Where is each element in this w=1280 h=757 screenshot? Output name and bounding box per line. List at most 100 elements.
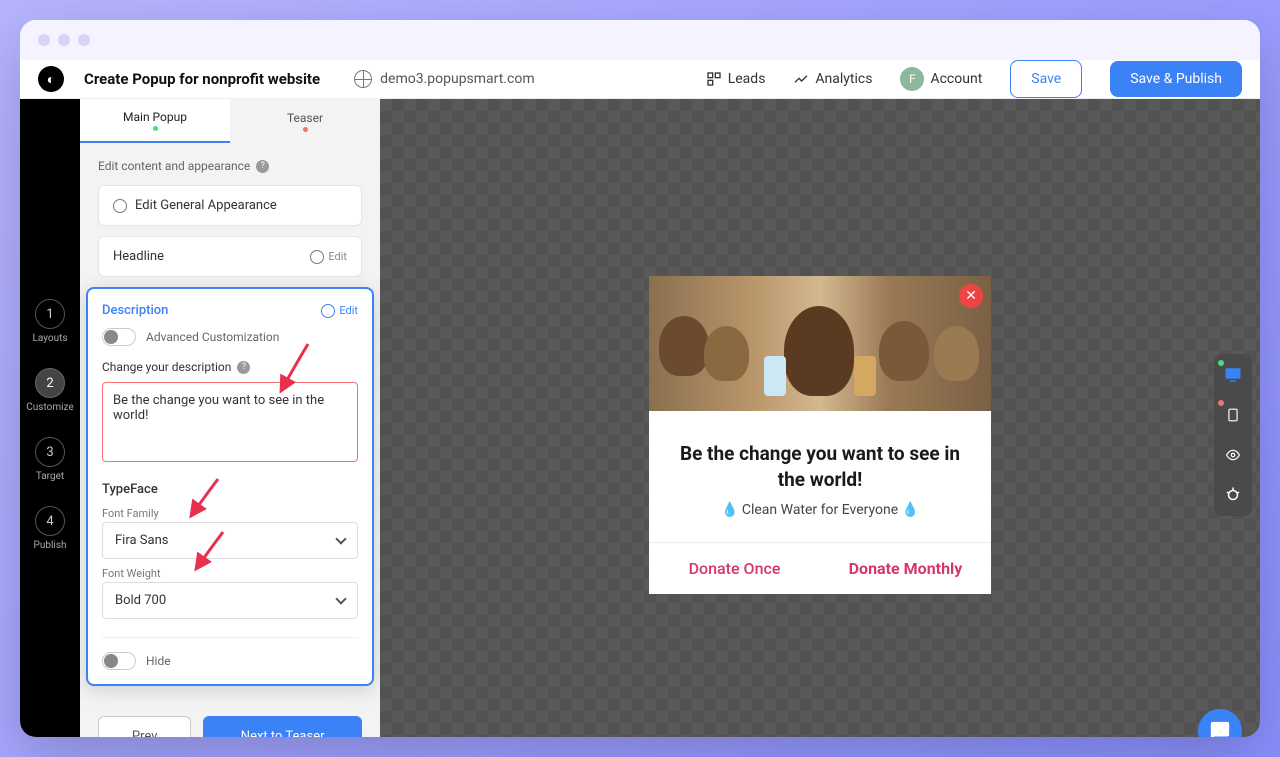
prev-button[interactable]: Prev [98,716,191,737]
account-label: Account [930,71,982,87]
tab-teaser[interactable]: Teaser [230,99,380,143]
description-input[interactable] [102,382,358,462]
tab-label: Teaser [287,111,323,125]
avatar: F [900,67,924,91]
edit-link[interactable]: Edit [321,304,358,318]
status-dot-icon [1218,400,1224,406]
font-family-select[interactable]: Fira Sans [102,522,358,559]
font-weight-select[interactable]: Bold 700 [102,582,358,619]
tab-label: Main Popup [123,110,187,124]
font-weight-label: Font Weight [102,567,358,580]
desktop-icon [1223,366,1243,384]
hide-label: Hide [146,654,171,668]
titlebar [20,20,1260,60]
mobile-icon [1226,405,1240,425]
main-body: 1 Layouts 2 Customize 3 Target 4 Publish… [20,99,1260,737]
step-label: Publish [34,540,67,551]
edit-link[interactable]: Edit [310,250,347,264]
analytics-label: Analytics [815,71,872,87]
step-customize[interactable]: 2 Customize [26,368,73,413]
popup-footer: Donate Once Donate Monthly [649,542,991,594]
chat-button[interactable] [1198,709,1242,737]
step-number: 2 [35,368,65,398]
popup-body: Be the change you want to see in the wor… [649,411,991,542]
leads-label: Leads [728,71,766,87]
gear-icon [310,250,324,264]
donate-monthly-button[interactable]: Donate Monthly [820,543,991,594]
status-dot-icon [1218,360,1224,366]
step-target[interactable]: 3 Target [35,437,65,482]
next-button[interactable]: Next to Teaser [203,716,362,737]
general-appearance-card[interactable]: Edit General Appearance [98,185,362,226]
logo: ◐ [38,66,64,92]
globe-icon [354,70,372,88]
advanced-label: Advanced Customization [146,330,279,344]
change-description-label: Change your description ? [102,360,358,374]
card-label: Headline [113,249,164,264]
popup-description: 💧 Clean Water for Everyone 💧 [669,502,971,518]
debug-button[interactable] [1220,482,1246,508]
popup-close-button[interactable]: ✕ [959,284,983,308]
gear-icon [321,304,335,318]
panel-body: Edit content and appearance ? Edit Gener… [80,143,380,702]
status-dot-icon [153,126,158,131]
card-label: Edit General Appearance [135,198,277,213]
typeface-label: TypeFace [102,482,358,497]
hide-toggle[interactable] [102,652,136,670]
mobile-view-button[interactable] [1220,402,1246,428]
header: ◐ Create Popup for nonprofit website dem… [20,60,1260,99]
step-publish[interactable]: 4 Publish [34,506,67,551]
analytics-icon [793,71,809,87]
hide-row: Hide [102,637,358,670]
edit-panel: Main Popup Teaser Edit content and appea… [80,99,380,737]
step-label: Target [36,471,64,482]
help-icon[interactable]: ? [237,361,250,374]
domain-display: demo3.popupsmart.com [354,70,535,88]
eye-icon [1223,448,1243,462]
headline-card[interactable]: Headline Edit [98,236,362,277]
leads-icon [706,71,722,87]
step-label: Customize [26,402,73,413]
leads-link[interactable]: Leads [706,71,766,87]
tab-main-popup[interactable]: Main Popup [80,99,230,143]
window-dot-close[interactable] [38,34,50,46]
preview-button[interactable] [1220,442,1246,468]
gear-icon [113,199,127,213]
desktop-view-button[interactable] [1220,362,1246,388]
app-body: ◐ Create Popup for nonprofit website dem… [20,60,1260,737]
bug-icon [1224,486,1242,504]
step-layouts[interactable]: 1 Layouts [32,299,67,344]
help-icon[interactable]: ? [256,160,269,173]
select-value: Fira Sans [115,533,168,548]
window-dot-max[interactable] [78,34,90,46]
header-right: Leads Analytics F Account Save Save & Pu… [706,60,1242,98]
donate-once-button[interactable]: Donate Once [649,543,820,594]
step-number: 1 [35,299,65,329]
description-header: Description Edit [102,303,358,318]
popup-image [649,276,991,411]
tabs: Main Popup Teaser [80,99,380,143]
popup-preview: ✕ Be the change you want to see in the w… [649,276,991,594]
account-link[interactable]: F Account [900,67,982,91]
step-number: 4 [35,506,65,536]
popup-headline: Be the change you want to see in the wor… [669,441,971,492]
save-button[interactable]: Save [1010,60,1082,98]
step-label: Layouts [32,333,67,344]
advanced-toggle-row: Advanced Customization [102,328,358,346]
sidebar: 1 Layouts 2 Customize 3 Target 4 Publish… [20,99,80,737]
page-title: Create Popup for nonprofit website [84,70,320,88]
analytics-link[interactable]: Analytics [793,71,872,87]
step-number: 3 [35,437,65,467]
panel-footer: Prev Next to Teaser [80,702,380,737]
save-publish-button[interactable]: Save & Publish [1110,61,1242,97]
app-window: ◐ Create Popup for nonprofit website dem… [20,20,1260,737]
select-value: Bold 700 [115,593,166,608]
chevron-down-icon [335,593,346,604]
window-dot-min[interactable] [58,34,70,46]
section-title: Edit content and appearance ? [98,159,362,173]
advanced-toggle[interactable] [102,328,136,346]
description-card: Description Edit Advanced Customization … [86,287,374,686]
status-dot-icon [303,127,308,132]
preview-canvas: ✕ Be the change you want to see in the w… [380,99,1260,737]
font-family-label: Font Family [102,507,358,520]
